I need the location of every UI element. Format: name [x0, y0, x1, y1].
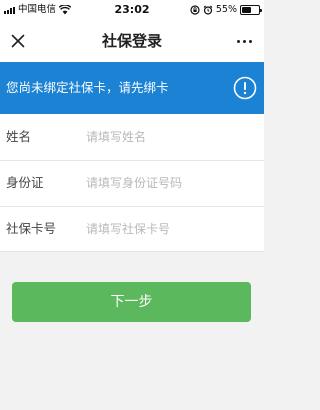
battery-icon	[240, 5, 262, 15]
rotation-lock-icon	[190, 5, 200, 15]
social-card-label: 社保卡号	[6, 221, 57, 236]
bind-form: 姓名 身份证 社保卡号	[0, 114, 264, 252]
notice-text: 您尚未绑定社保卡，请先绑卡	[6, 80, 169, 95]
page-title: 社保登录	[101, 32, 162, 50]
bind-card-notice[interactable]: 您尚未绑定社保卡，请先绑卡	[0, 62, 264, 114]
divider	[0, 251, 264, 252]
alert-icon	[233, 76, 257, 100]
id-card-input[interactable]	[86, 169, 256, 197]
alarm-icon	[203, 5, 213, 15]
status-right: 55%	[190, 4, 262, 16]
social-card-input[interactable]	[86, 215, 256, 243]
status-bar: 中国电信 23:02 55%	[0, 0, 264, 20]
next-button[interactable]: 下一步	[12, 282, 251, 322]
name-label: 姓名	[6, 129, 32, 144]
more-icon	[236, 39, 240, 43]
name-input[interactable]	[86, 123, 256, 151]
id-card-row: 身份证	[0, 160, 264, 206]
social-card-row: 社保卡号	[0, 206, 264, 252]
nav-bar: 社保登录	[0, 20, 264, 62]
battery-percent: 55%	[215, 4, 237, 15]
more-button[interactable]	[232, 29, 256, 53]
name-row: 姓名	[0, 114, 264, 160]
id-card-label: 身份证	[6, 175, 44, 190]
